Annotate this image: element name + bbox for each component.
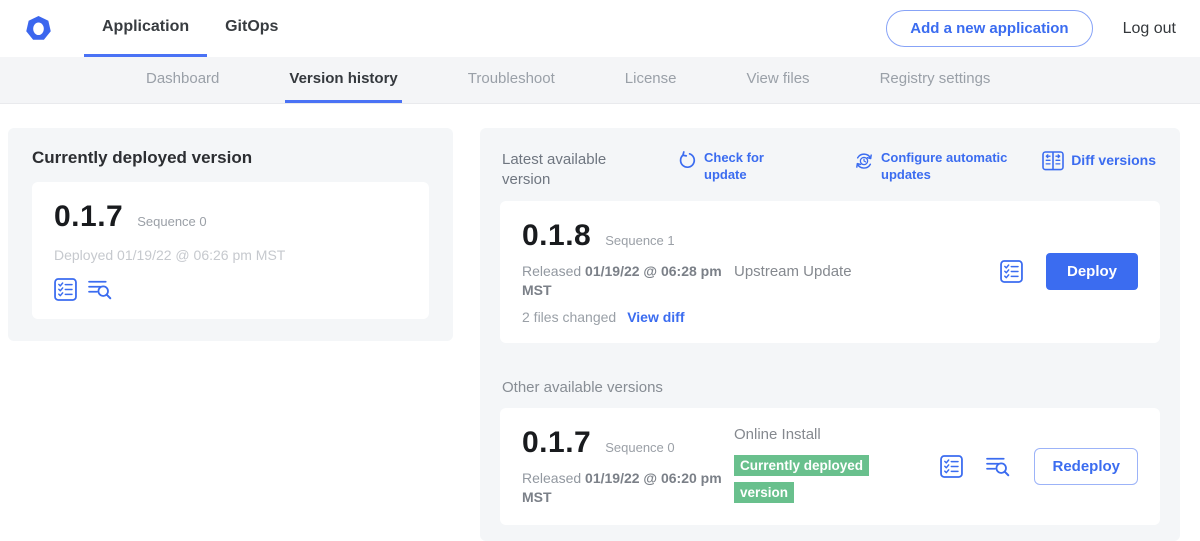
deployed-version-card: 0.1.7 Sequence 0 Deployed 01/19/22 @ 06:…: [32, 182, 429, 319]
currently-deployed-badge: Currently deployed version: [734, 455, 869, 503]
header-tabs: Application GitOps: [84, 0, 296, 57]
other-released-date: Released 01/19/22 @ 06:20 pm MST: [522, 469, 722, 507]
refresh-icon: [678, 151, 697, 170]
other-version-number: 0.1.7: [522, 426, 591, 460]
currently-deployed-badge-wrap: Currently deployed version: [734, 452, 896, 506]
latest-sequence-label: Sequence 1: [605, 233, 674, 248]
subnav-item-view-files[interactable]: View files: [742, 57, 813, 103]
configure-automatic-updates-button[interactable]: Configure automatic updates: [854, 150, 1021, 184]
preflight-checklist-icon[interactable]: [940, 455, 963, 478]
diff-versions-label: Diff versions: [1071, 151, 1156, 169]
latest-version-card: 0.1.8 Sequence 1 Released 01/19/22 @ 06:…: [500, 201, 1160, 343]
available-versions-panel: Latest available version Check for updat…: [480, 128, 1180, 541]
latest-version-source: Upstream Update: [734, 263, 1000, 280]
latest-available-title: Latest available version: [502, 150, 632, 189]
other-sequence-label: Sequence 0: [605, 440, 674, 455]
released-label: Released: [522, 470, 581, 486]
subnav-item-dashboard[interactable]: Dashboard: [142, 57, 223, 103]
tab-gitops-label: GitOps: [225, 18, 278, 36]
preflight-checklist-icon[interactable]: [1000, 260, 1023, 283]
deploy-button[interactable]: Deploy: [1046, 253, 1138, 290]
app-logo[interactable]: [0, 0, 52, 57]
files-changed-label: 2 files changed: [522, 309, 616, 325]
subnav-item-version-history[interactable]: Version history: [285, 57, 401, 103]
redeploy-button[interactable]: Redeploy: [1034, 448, 1138, 485]
tab-application-label: Application: [102, 18, 189, 36]
subnav-registry-settings-label: Registry settings: [880, 70, 991, 87]
subnav-view-files-label: View files: [746, 70, 809, 87]
latest-released-date: Released 01/19/22 @ 06:28 pm MST: [522, 262, 722, 300]
app-subnav: Dashboard Version history Troubleshoot L…: [0, 57, 1200, 104]
deployed-date: Deployed 01/19/22 @ 06:26 pm MST: [54, 247, 407, 263]
tab-gitops[interactable]: GitOps: [207, 0, 296, 57]
deployed-sequence-label: Sequence 0: [137, 214, 206, 229]
currently-deployed-title: Currently deployed version: [32, 148, 429, 168]
other-version-source: Online Install: [734, 426, 940, 443]
check-for-update-label: Check for update: [704, 150, 782, 184]
preflight-checklist-icon[interactable]: [54, 278, 77, 301]
diff-versions-button[interactable]: Diff versions: [1042, 150, 1156, 171]
configure-automatic-updates-label: Configure automatic updates: [881, 150, 1021, 184]
kots-logo-icon: [25, 15, 52, 42]
view-logs-icon[interactable]: [88, 278, 113, 301]
subnav-item-license[interactable]: License: [621, 57, 681, 103]
currently-deployed-panel: Currently deployed version 0.1.7 Sequenc…: [8, 128, 453, 341]
auto-update-clock-icon: [854, 151, 874, 171]
view-logs-icon[interactable]: [986, 455, 1011, 478]
add-new-application-button[interactable]: Add a new application: [886, 10, 1092, 47]
subnav-troubleshoot-label: Troubleshoot: [468, 70, 555, 87]
subnav-item-registry-settings[interactable]: Registry settings: [876, 57, 995, 103]
subnav-dashboard-label: Dashboard: [146, 70, 219, 87]
released-label: Released: [522, 263, 581, 279]
other-version-card: 0.1.7 Sequence 0 Released 01/19/22 @ 06:…: [500, 408, 1160, 525]
logout-link[interactable]: Log out: [1123, 20, 1176, 38]
subnav-version-history-label: Version history: [289, 70, 397, 87]
available-panel-header: Latest available version Check for updat…: [500, 142, 1160, 189]
tab-application[interactable]: Application: [84, 0, 207, 57]
check-for-update-button[interactable]: Check for update: [678, 150, 782, 184]
other-available-versions-title: Other available versions: [502, 379, 1158, 396]
top-header: Application GitOps Add a new application…: [0, 0, 1200, 57]
latest-version-number: 0.1.8: [522, 219, 591, 253]
main-content: Currently deployed version 0.1.7 Sequenc…: [0, 104, 1200, 541]
diff-versions-icon: [1042, 151, 1064, 171]
header-right: Add a new application Log out: [886, 0, 1200, 57]
subnav-item-troubleshoot[interactable]: Troubleshoot: [464, 57, 559, 103]
view-diff-link[interactable]: View diff: [627, 309, 684, 325]
subnav-license-label: License: [625, 70, 677, 87]
deployed-version-number: 0.1.7: [54, 200, 123, 234]
